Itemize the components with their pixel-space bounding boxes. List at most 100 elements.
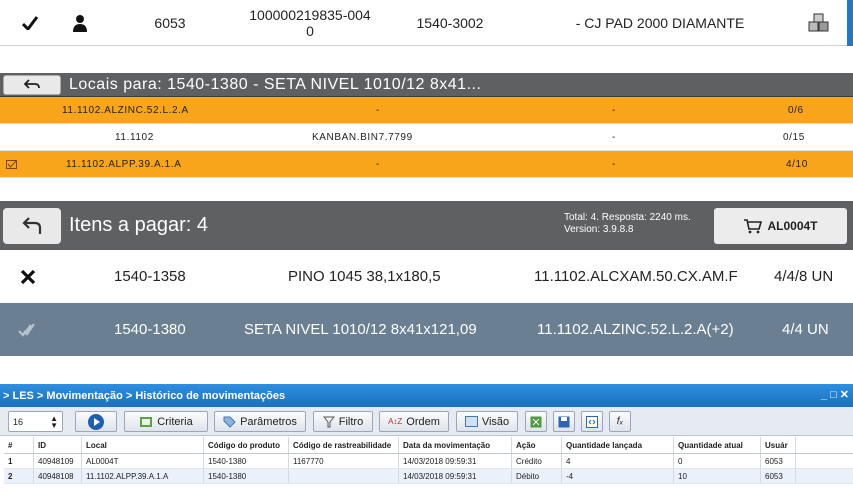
table-cell: 40948108 — [34, 469, 82, 483]
locais-panel: Locais para: 1540-1380 - SETA NIVEL 1010… — [0, 73, 853, 180]
visao-label: Visão — [481, 415, 510, 428]
column-header[interactable]: Ação — [512, 437, 562, 453]
item-code: 1540-1380 — [114, 321, 186, 338]
grid-header: # ID Local Código do produto Código de rastr… — [4, 437, 853, 454]
column-header[interactable]: Código de rastreabilidade — [289, 437, 399, 453]
check-icon — [18, 0, 42, 46]
table-row[interactable]: 2 40948108 11.1102.ALPP.39.A.1.A 1540-1380 1… — [4, 469, 853, 484]
window-controls[interactable]: _ □ ✕ — [821, 388, 849, 401]
locais-qty: 4/10 — [786, 158, 808, 170]
table-cell: 1540-1380 — [204, 469, 289, 483]
locais-kanban: - — [376, 158, 380, 170]
item-code: 1540-1358 — [114, 268, 186, 285]
user-code: 6053 — [154, 15, 186, 31]
parametros-button[interactable]: Parâmetros — [214, 411, 306, 432]
part-number: 1540-3002 — [416, 15, 484, 31]
cart-button[interactable]: AL0004T — [714, 208, 847, 244]
les-breadcrumb: > LES > Movimentação > Histórico de movi… — [3, 389, 286, 402]
table-cell: 6053 — [761, 454, 796, 468]
excel-button[interactable] — [525, 411, 547, 432]
table-cell: Débito — [512, 469, 562, 483]
column-header[interactable]: ID — [34, 437, 82, 453]
sort-az-icon: A↕Z — [388, 417, 403, 426]
expand-icon — [586, 415, 598, 428]
itens-title: Itens a pagar: 4 — [69, 214, 208, 236]
column-header[interactable]: Data da movimentação — [399, 437, 512, 453]
parametros-label: Parâmetros — [240, 415, 297, 428]
column-header[interactable]: # — [4, 437, 34, 453]
remove-icon[interactable] — [20, 250, 36, 303]
itens-back-button[interactable] — [3, 207, 61, 244]
meta-response: Total: 4. Resposta: 2240 ms. — [564, 212, 691, 223]
les-window: > LES > Movimentação > Histórico de movi… — [0, 384, 853, 504]
save-icon — [558, 416, 570, 427]
item-qty: 4/4 UN — [782, 321, 829, 338]
table-cell: AL0004T — [82, 454, 204, 468]
table-cell: 10 — [674, 469, 761, 483]
les-titlebar: > LES > Movimentação > Histórico de movi… — [0, 384, 853, 407]
back-arrow-icon — [23, 78, 40, 89]
checkbox-checked-icon — [6, 160, 17, 172]
criteria-button[interactable]: Criteria — [124, 411, 208, 432]
back-arrow-icon — [22, 216, 42, 234]
meta-version: Version: 3.9.8.8 — [564, 224, 634, 235]
double-check-icon — [18, 303, 36, 356]
table-cell: 1 — [4, 454, 34, 468]
play-button[interactable] — [75, 411, 117, 432]
locais-back-button[interactable] — [3, 74, 61, 95]
table-cell: 6053 — [761, 469, 796, 483]
locais-kanban: KANBAN.BIN7.7799 — [312, 131, 413, 143]
filtro-button[interactable]: Filtro — [313, 411, 373, 432]
page-size-spinner[interactable]: 16 ▲ ▼ — [8, 411, 63, 432]
locais-row[interactable]: 11.1102.ALZINC.52.L.2.A - - 0/6 — [0, 97, 853, 124]
filter-icon — [322, 416, 335, 427]
item-row[interactable]: 1540-1380 SETA NIVEL 1010/12 8x41x121,09… — [0, 303, 853, 356]
table-row[interactable]: 1 40948109 AL0004T 1540-1380 1167770 14/03/20… — [4, 454, 853, 469]
locais-row[interactable]: 11.1102 KANBAN.BIN7.7799 - 0/15 — [0, 124, 853, 151]
table-cell: 14/03/2018 09:59:31 — [399, 454, 512, 468]
table-cell: 14/03/2018 09:59:31 — [399, 469, 512, 483]
table-cell: Crédito — [512, 454, 562, 468]
boxes-icon[interactable] — [804, 0, 834, 46]
ordem-button[interactable]: A↕Z Ordem — [379, 411, 449, 432]
column-header[interactable]: Código do produto — [204, 437, 289, 453]
locais-local: 11.1102.ALPP.39.A.1.A — [66, 158, 182, 170]
ordem-label: Ordem — [406, 415, 440, 428]
locais-row[interactable]: 11.1102.ALPP.39.A.1.A - - 4/10 — [0, 151, 853, 178]
excel-icon — [530, 416, 542, 427]
table-cell: 4 — [562, 454, 674, 468]
locais-header: Locais para: 1540-1380 - SETA NIVEL 1010… — [0, 73, 853, 97]
item-row[interactable]: 1540-1358 PINO 1045 38,1x180,5 11.1102.A… — [0, 250, 853, 303]
top-item-row[interactable]: 6053 100000219835-004 0 1540-3002 - CJ P… — [0, 0, 853, 46]
table-cell: 11.1102.ALPP.39.A.1.A — [82, 469, 204, 483]
itens-panel: Itens a pagar: 4 Total: 4. Resposta: 224… — [0, 201, 853, 357]
item-qty: 4/4/8 UN — [774, 268, 834, 285]
les-toolbar: 16 ▲ ▼ Criteria Parâmetros Filtro A↕Z Ord… — [0, 407, 853, 436]
locais-col3: - — [612, 131, 616, 143]
table-cell: 0 — [674, 454, 761, 468]
cart-icon — [744, 219, 763, 234]
part-description: - CJ PAD 2000 DIAMANTE — [575, 15, 745, 31]
grid-body: 1 40948109 AL0004T 1540-1380 1167770 14/03/20… — [4, 454, 853, 484]
locais-title: Locais para: 1540-1380 - SETA NIVEL 1010… — [69, 75, 482, 93]
function-button[interactable]: fₓ — [609, 411, 631, 432]
locais-col3: - — [612, 158, 616, 170]
table-cell: 1540-1380 — [204, 454, 289, 468]
item-local: 11.1102.ALCXAM.50.CX.AM.F — [534, 268, 738, 285]
column-header[interactable]: Local — [82, 437, 204, 453]
item-description: SETA NIVEL 1010/12 8x41x121,09 — [244, 321, 477, 338]
table-cell: 2 — [4, 469, 34, 483]
locais-local: 11.1102 — [115, 131, 154, 143]
visao-button[interactable]: Visão — [456, 411, 518, 432]
table-cell: 40948109 — [34, 454, 82, 468]
view-icon — [464, 416, 478, 427]
item-local: 11.1102.ALZINC.52.L.2.A(+2) — [537, 321, 734, 338]
locais-kanban: - — [376, 104, 380, 116]
expand-button[interactable] — [581, 411, 603, 432]
column-header[interactable]: Quantidade atual — [674, 437, 761, 453]
spinner-arrows-icon[interactable]: ▲ ▼ — [50, 414, 58, 429]
column-header[interactable]: Usuár — [761, 437, 796, 453]
save-button[interactable] — [553, 411, 575, 432]
tag-icon — [223, 416, 236, 428]
column-header[interactable]: Quantidade lançada — [562, 437, 674, 453]
